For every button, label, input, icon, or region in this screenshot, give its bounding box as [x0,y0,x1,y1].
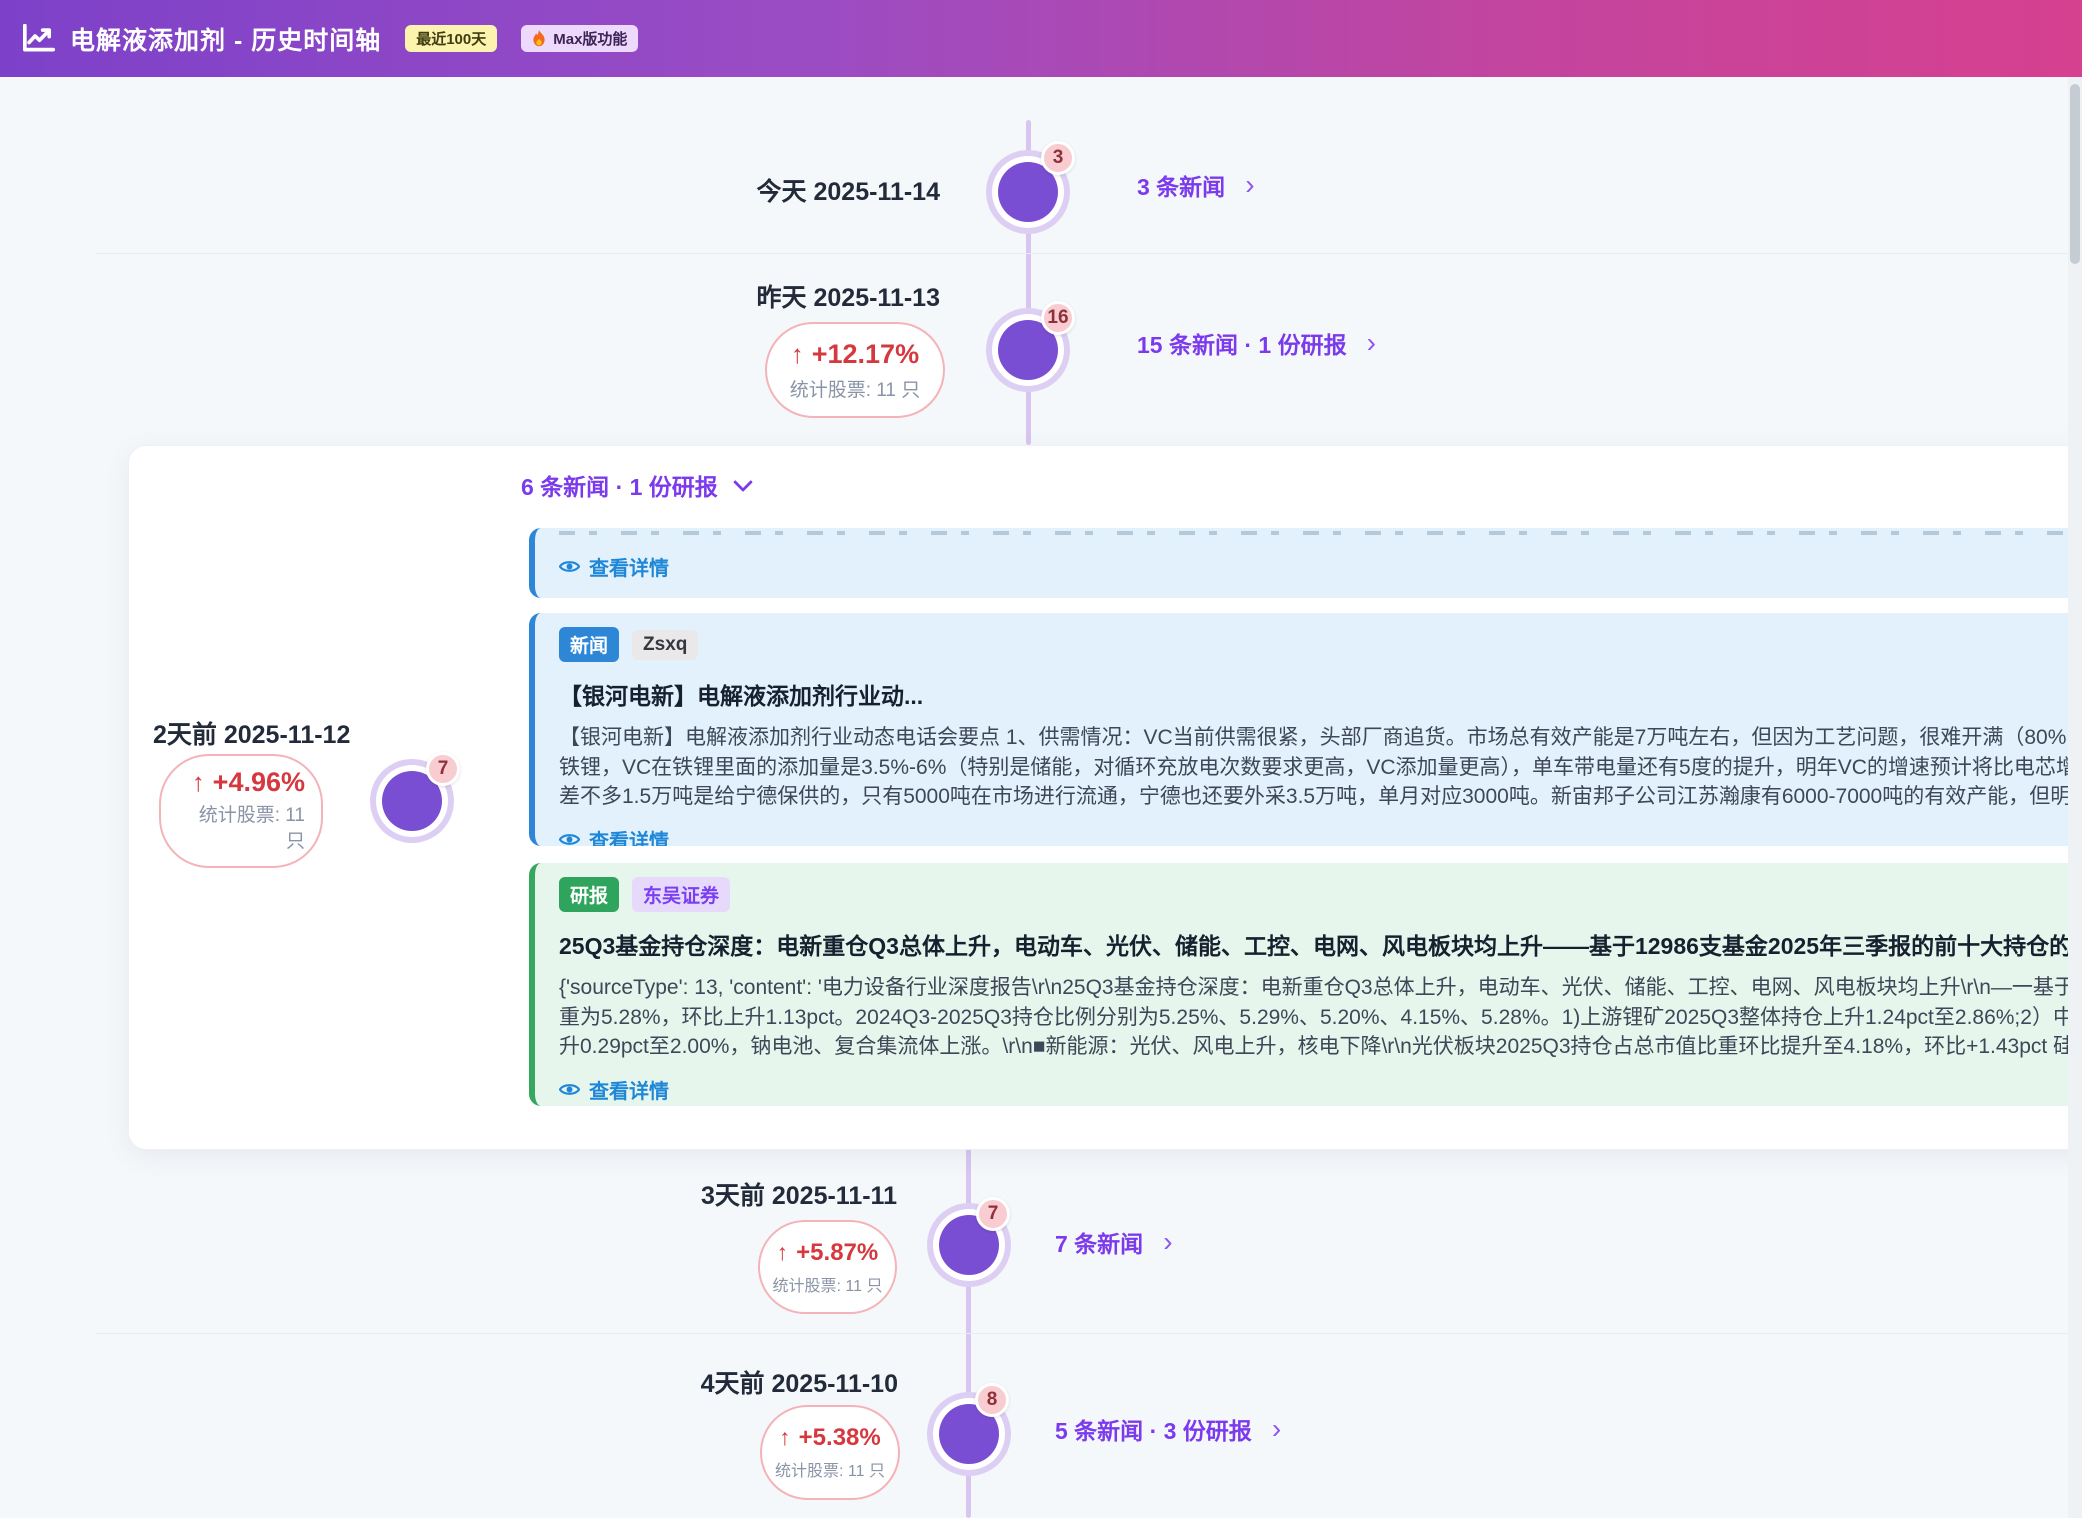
chevron-right-icon: › [1163,1228,1172,1256]
type-tag-news: 新闻 [559,627,619,662]
count-badge: 3 [1041,141,1075,175]
news-title: 【银河电新】电解液添加剂行业动... [559,677,2082,711]
up-arrow-icon: ↑ [779,1424,790,1450]
up-arrow-icon: ↑ [777,1239,788,1265]
news-link-label: 3 条新闻 [1137,168,1225,202]
max-feature-badge: Max版功能 [521,25,638,52]
change-value: ↑+5.38% [779,1424,880,1452]
news-link-4daysago[interactable]: 5 条新闻 · 3 份研报 › [1055,1412,1281,1446]
change-value: ↑+4.96% [192,767,305,798]
eye-icon [559,1082,580,1097]
change-pill: ↑+12.17% 统计股票: 11 只 [765,322,945,418]
change-pill: ↑+4.96% 统计股票: 11 只 [159,754,323,868]
clipped-text-remnant [559,531,2082,535]
view-detail-link[interactable]: 查看详情 [559,825,2082,847]
news-body: 【银河电新】电解液添加剂行业动态电话会要点 1、供需情况：VC当前供需很紧，头部… [559,723,2082,812]
news-card: 新闻 Zsxq 【银河电新】电解液添加剂行业动... 【银河电新】电解液添加剂行… [529,613,2082,846]
report-title: 25Q3基金持仓深度：电新重仓Q3总体上升，电动车、光伏、储能、工控、电网、风电… [559,927,2082,961]
stat-stocks: 统计股票: 11 只 [773,1272,883,1296]
view-detail-label: 查看详情 [589,1075,669,1104]
news-link-3daysago[interactable]: 7 条新闻 › [1055,1225,1173,1259]
stat-stocks: 统计股票: 11 只 [177,803,305,855]
report-body: {'sourceType': 13, 'content': '电力设备行业深度报… [559,973,2082,1062]
entry-date-yesterday: 昨天 2025-11-13 [757,278,940,314]
stat-stocks: 统计股票: 11 只 [775,1457,885,1481]
news-link-label: 15 条新闻 · 1 份研报 [1137,326,1347,360]
entry-date-4daysago: 4天前 2025-11-10 [701,1364,898,1400]
fire-icon [532,30,546,47]
expanded-day-card: 6 条新闻 · 1 份研报 2天前 2025-11-12 ↑+4.96% 统计股… [128,445,2082,1150]
report-card: 研报 东吴证券 25Q3基金持仓深度：电新重仓Q3总体上升，电动车、光伏、储能、… [529,863,2082,1106]
count-badge: 16 [1041,301,1075,335]
eye-icon [559,559,580,574]
news-body-line: 差不多1.5万吨是给宁德保供的，只有5000吨在市场进行流通，宁德也还要外采3.… [559,782,2082,812]
row-divider [95,253,2082,254]
up-arrow-icon: ↑ [791,341,804,369]
entry-date-today: 今天 2025-11-14 [757,172,940,208]
up-arrow-icon: ↑ [192,769,205,797]
chart-line-icon [22,24,56,54]
chevron-down-icon [733,472,753,492]
change-pill: ↑+5.38% 统计股票: 11 只 [760,1405,900,1500]
news-link-label: 5 条新闻 · 3 份研报 [1055,1412,1252,1446]
view-detail-link[interactable]: 查看详情 [559,1075,2082,1104]
chevron-right-icon: › [1245,171,1254,199]
source-tag: Zsxq [632,630,698,660]
collapse-toggle-label: 6 条新闻 · 1 份研报 [521,468,718,502]
report-body-line: 重为5.28%，环比上升1.13pct。2024Q3-2025Q3持仓比例分别为… [559,1003,2082,1033]
report-body-line: 升0.29pct至2.00%，钠电池、复合集流体上涨。\r\n■新能源：光伏、风… [559,1032,2082,1062]
news-link-label: 7 条新闻 [1055,1225,1143,1259]
view-detail-label: 查看详情 [589,825,669,847]
news-body-line: 铁锂，VC在铁锂里面的添加量是3.5%-6%（特别是储能，对循环充放电次数要求更… [559,753,2082,783]
chevron-right-icon: › [1272,1415,1281,1443]
change-value: ↑+5.87% [777,1239,878,1267]
scrollbar-thumb[interactable] [2070,84,2080,264]
news-link-yesterday[interactable]: 15 条新闻 · 1 份研报 › [1137,326,1376,360]
scrollbar-track [2068,77,2082,1518]
report-body-line: {'sourceType': 13, 'content': '电力设备行业深度报… [559,973,2082,1003]
max-feature-label: Max版功能 [553,28,627,49]
news-body-line: 【银河电新】电解液添加剂行业动态电话会要点 1、供需情况：VC当前供需很紧，头部… [559,723,2082,753]
source-tag: 东吴证券 [632,877,730,912]
entry-date-3daysago: 3天前 2025-11-11 [701,1176,897,1212]
app-header: 电解液添加剂 - 历史时间轴 最近100天 Max版功能 [0,0,2082,77]
entry-date-2daysago: 2天前 2025-11-12 [153,715,350,751]
page-title: 电解液添加剂 - 历史时间轴 [70,21,381,57]
count-badge: 7 [976,1197,1010,1231]
eye-icon [559,832,580,847]
view-detail-label: 查看详情 [589,552,669,581]
tag-row: 研报 东吴证券 [559,877,2082,912]
count-badge: 8 [975,1383,1009,1417]
news-card-clipped: 查看详情 [529,528,2082,598]
stat-stocks: 统计股票: 11 只 [790,375,921,402]
change-pill: ↑+5.87% 统计股票: 11 只 [758,1220,897,1314]
change-value: ↑+12.17% [791,339,919,370]
news-link-today[interactable]: 3 条新闻 › [1137,168,1255,202]
view-detail-link[interactable]: 查看详情 [559,552,2082,581]
row-divider [95,1333,2082,1334]
type-tag-report: 研报 [559,877,619,912]
tag-row: 新闻 Zsxq [559,627,2082,662]
collapse-toggle[interactable]: 6 条新闻 · 1 份研报 [521,468,750,502]
date-range-badge: 最近100天 [405,25,497,52]
chevron-right-icon: › [1367,329,1376,357]
count-badge: 7 [426,752,460,786]
